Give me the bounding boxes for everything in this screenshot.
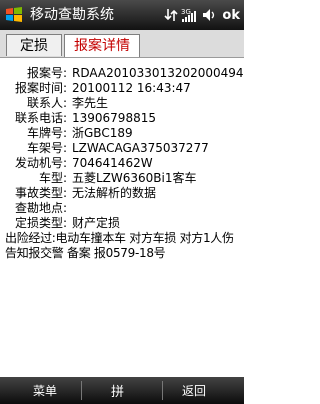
engine-label: 发动机号:: [14, 156, 67, 170]
engine-value: 704641462W: [72, 156, 153, 170]
report-time-label: 报案时间:: [14, 81, 67, 95]
phone-label: 联系电话:: [14, 111, 67, 125]
report-details-panel: 报案号: RDAA201033013202000494 报案时间: 201001…: [0, 58, 244, 377]
plate-label: 车牌号:: [26, 126, 67, 140]
detail-row-model: 车型: 五菱LZW6360Bi1客车: [0, 171, 240, 186]
tab-report-details[interactable]: 报案详情: [64, 34, 140, 57]
tab-bar: 定损 报案详情: [0, 30, 244, 58]
windows-start-icon[interactable]: [5, 6, 23, 24]
assessment-type-value: 财产定损: [72, 216, 121, 230]
ok-button[interactable]: ok: [222, 8, 240, 23]
menu-softkey[interactable]: 菜单: [33, 382, 57, 399]
report-number-value: RDAA201033013202000494: [72, 66, 244, 80]
app-title: 移动查勘系统: [30, 7, 114, 23]
phone-value: 13906798815: [72, 111, 156, 125]
detail-row-contact: 联系人: 李先生: [0, 96, 240, 111]
vin-label: 车架号:: [26, 141, 67, 155]
detail-row-report-number: 报案号: RDAA201033013202000494: [0, 66, 244, 81]
survey-location-label: 查勘地点:: [14, 201, 67, 215]
connection-arrows-icon[interactable]: [164, 7, 178, 23]
detail-row-phone: 联系电话: 13906798815: [0, 111, 240, 126]
detail-row-vin: 车架号: LZWACAGA375037277: [0, 141, 240, 156]
detail-row-survey-location: 查勘地点:: [0, 201, 240, 216]
detail-row-assessment-type: 定损类型: 财产定损: [0, 216, 240, 231]
report-time-value: 20100112 16:43:47: [72, 81, 191, 95]
detail-row-report-time: 报案时间: 20100112 16:43:47: [0, 81, 240, 96]
assessment-type-label: 定损类型:: [14, 216, 67, 230]
accident-type-label: 事故类型:: [14, 186, 67, 200]
tab-damage-assessment[interactable]: 定损: [6, 34, 62, 56]
model-value: 五菱LZW6360Bi1客车: [72, 171, 197, 185]
volume-icon[interactable]: [202, 7, 217, 23]
softkey-bar: 菜单 拼 返回: [0, 377, 244, 404]
accident-type-value: 无法解析的数据: [72, 186, 157, 200]
signal-3g-text: 3G: [181, 8, 191, 16]
contact-label: 联系人:: [26, 96, 67, 110]
softkey-divider: [162, 381, 163, 400]
signal-3g-icon[interactable]: 3G: [181, 6, 199, 24]
detail-row-accident-process: 出险经过:电动车撞本车 对方车损 对方1人伤 告知报交警 备案 报0579-18…: [5, 231, 239, 261]
detail-row-accident-type: 事故类型: 无法解析的数据: [0, 186, 240, 201]
detail-row-engine: 发动机号: 704641462W: [0, 156, 240, 171]
status-icons: 3G ok: [164, 5, 240, 25]
input-method-button[interactable]: 拼: [111, 381, 124, 400]
detail-row-plate: 车牌号: 浙GBC189: [0, 126, 240, 141]
back-softkey[interactable]: 返回: [182, 382, 206, 399]
report-number-label: 报案号:: [26, 66, 67, 80]
model-label: 车型:: [38, 171, 67, 185]
contact-value: 李先生: [72, 96, 109, 110]
plate-value: 浙GBC189: [72, 126, 133, 140]
accident-process-label: 出险经过:: [5, 231, 56, 245]
vin-value: LZWACAGA375037277: [72, 141, 209, 155]
softkey-divider: [81, 381, 82, 400]
title-bar: 移动查勘系统 3G ok: [0, 0, 244, 30]
